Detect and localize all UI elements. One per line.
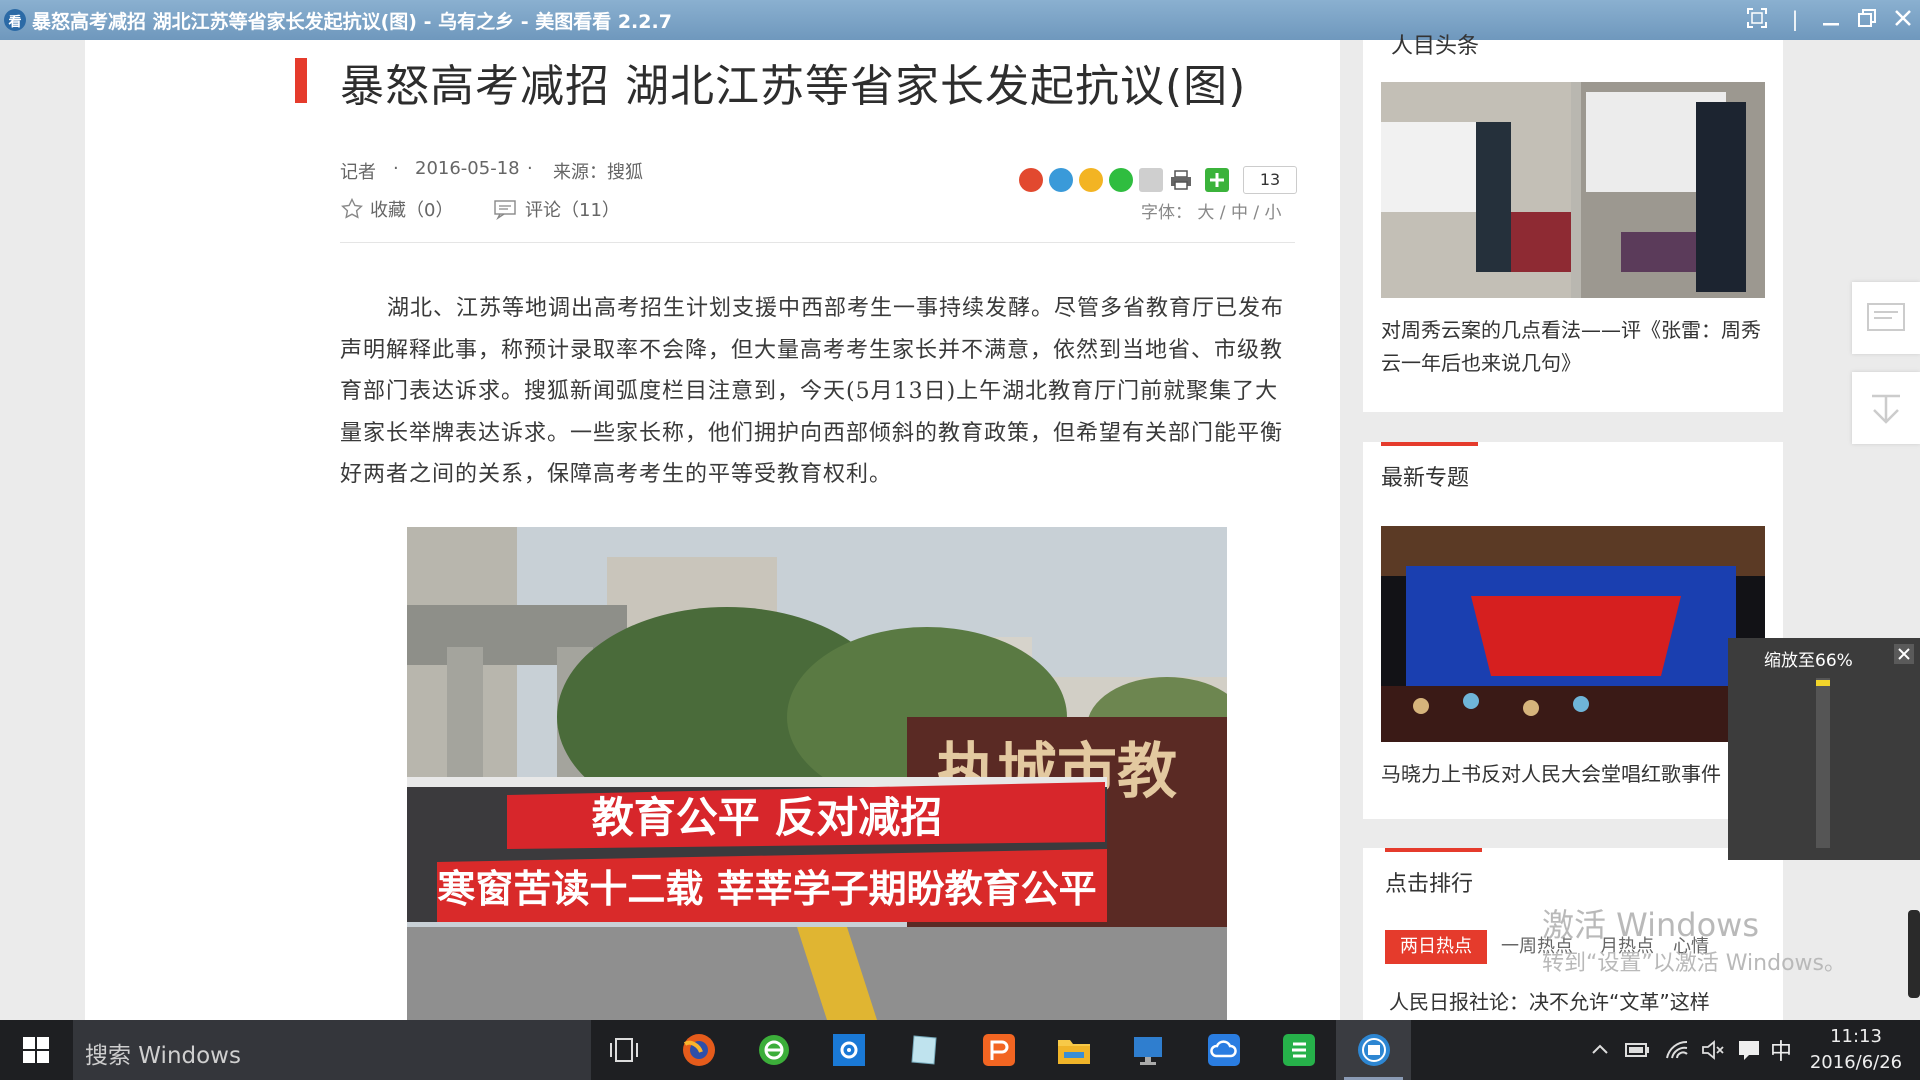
font-size-selector[interactable]: 字体： 大 / 中 / 小 [1141, 198, 1281, 223]
banner-bottom-text: 寒窗苦读十二载 莘莘学子期盼教育公平 [437, 867, 1096, 911]
reporter-label: 记者 [340, 162, 376, 183]
remote-desktop-icon[interactable] [1111, 1020, 1186, 1080]
taskbar-search[interactable]: 搜索 Windows [73, 1020, 591, 1080]
rank-item-1[interactable]: 人民日报社论：决不允许“文革”这样 [1389, 986, 1769, 1019]
meta-divider [340, 242, 1295, 243]
clock-date: 2016/6/26 [1809, 1052, 1903, 1073]
window-title: 暴怒高考减招 湖北江苏等省家长发起抗议(图) - 乌有之乡 - 美图看看 2.2… [32, 10, 672, 33]
article-headline: 暴怒高考减招 湖北江苏等省家长发起抗议(图) [340, 61, 1247, 112]
notebook-icon[interactable] [886, 1020, 961, 1080]
activation-watermark-hint: 转到“设置”以激活 Windows。 [1542, 951, 1846, 976]
image-viewer-icon[interactable] [1336, 1020, 1411, 1080]
latest-topics-heading: 最新专题 [1381, 466, 1470, 491]
task-view-icon[interactable] [586, 1020, 661, 1080]
zoom-popup: 缩放至66% [1728, 638, 1920, 860]
heading-accent-line [1381, 442, 1478, 446]
ime-indicator[interactable]: 中 [1770, 1034, 1792, 1066]
copy-link-icon[interactable] [1139, 168, 1163, 192]
titlebar-divider: | [1791, 7, 1799, 31]
ranking-heading: 点击排行 [1385, 872, 1474, 897]
windows-taskbar: 搜索 Windows 中 11:13 2016/6/26 [0, 1020, 1920, 1080]
comment-label: 评论（11） [525, 200, 620, 221]
firefox-icon[interactable] [661, 1020, 736, 1080]
activation-watermark-title: 激活 Windows [1542, 906, 1760, 944]
section-heading-partial: 人目头条 [1391, 34, 1480, 59]
zoom-slider[interactable] [1816, 678, 1830, 848]
window-titlebar[interactable]: 看 暴怒高考减招 湖北江苏等省家长发起抗议(图) - 乌有之乡 - 美图看看 2… [0, 0, 1920, 40]
star-icon [341, 197, 363, 219]
file-explorer-icon[interactable] [1036, 1020, 1111, 1080]
article-date: 2016-05-18 [415, 158, 520, 179]
comment-icon [494, 200, 516, 220]
story2-title[interactable]: 马晓力上书反对人民大会堂唱红歌事件 [1381, 758, 1771, 791]
comment-button[interactable]: 评论（11） [493, 196, 620, 222]
headline-accent-bar [295, 58, 307, 103]
article-panel: 暴怒高考减招 湖北江苏等省家长发起抗议(图) 记者 · 2016-05-18 ·… [85, 40, 1340, 1020]
side-scroll-handle[interactable] [1908, 910, 1920, 998]
zoom-close-icon[interactable] [1894, 644, 1914, 664]
windows-logo-icon [23, 1037, 49, 1063]
restore-icon[interactable] [1852, 6, 1882, 34]
favorite-button[interactable]: 收藏（0） [340, 196, 453, 222]
zoom-slider-handle[interactable] [1816, 680, 1830, 686]
heading-accent-line [1385, 848, 1482, 852]
story1-title[interactable]: 对周秀云案的几点看法——评《张雷：周秀云一年后也来说几句》 [1381, 314, 1771, 380]
headline-story-card[interactable]: 人目头条 对周秀云案的几点看法——评《张雷：周秀云一年后也来说几句》 [1363, 34, 1783, 412]
wechat-share-icon[interactable] [1109, 168, 1133, 192]
meta-separator: · [527, 158, 533, 179]
scroll-down-button[interactable] [1852, 372, 1920, 444]
zoom-label: 缩放至66% [1764, 651, 1853, 671]
tab-two-day-hot[interactable]: 两日热点 [1385, 930, 1487, 964]
qzone-share-icon[interactable] [1079, 168, 1103, 192]
search-placeholder: 搜索 Windows [85, 1043, 241, 1069]
fullscreen-icon[interactable] [1742, 6, 1772, 34]
ie-browser-icon[interactable] [736, 1020, 811, 1080]
wps-presentation-icon[interactable] [961, 1020, 1036, 1080]
battery-icon[interactable] [1624, 1038, 1652, 1066]
article-photo: 执城市教 教育公平 反对减招 寒窗苦读十二载 莘莘学子期盼教育公平 [407, 527, 1227, 1020]
article-body: 湖北、江苏等地调出高考招生计划支援中西部考生一事持续发酵。尽管多省教育厅已发布声… [340, 296, 1285, 487]
banner-top-text: 教育公平 反对减招 [592, 793, 943, 842]
share-count: 13 [1243, 166, 1297, 194]
close-icon[interactable] [1888, 6, 1918, 34]
qq-share-icon[interactable] [1049, 168, 1073, 192]
print-icon[interactable] [1169, 168, 1193, 192]
cloud-drive-icon[interactable] [1186, 1020, 1261, 1080]
minimize-icon[interactable] [1816, 6, 1846, 34]
sidebar: 人目头条 对周秀云案的几点看法——评《张雷：周秀云一年后也来说几句》 最新专题 [1363, 34, 1783, 1028]
feedback-button[interactable] [1852, 282, 1920, 354]
wifi-icon[interactable] [1664, 1038, 1690, 1066]
story1-thumbnail[interactable] [1381, 82, 1765, 298]
app-logo-icon: 看 [4, 9, 26, 31]
story2-thumbnail[interactable] [1381, 526, 1765, 742]
notification-icon[interactable] [1736, 1038, 1762, 1066]
wps-spreadsheet-icon[interactable] [1261, 1020, 1336, 1080]
more-share-icon[interactable] [1205, 168, 1229, 192]
volume-muted-icon[interactable] [1700, 1038, 1726, 1066]
settings-icon[interactable] [811, 1020, 886, 1080]
taskbar-clock[interactable]: 11:13 2016/6/26 [1806, 1024, 1906, 1076]
weibo-share-icon[interactable] [1019, 168, 1043, 192]
favorite-label: 收藏（0） [370, 200, 454, 221]
latest-topics-card: 最新专题 马晓力上书反对人民大会堂唱红歌事件 [1363, 442, 1783, 819]
meta-separator: · [393, 158, 399, 179]
clock-time: 11:13 [1830, 1026, 1882, 1047]
show-hidden-icons[interactable] [1588, 1038, 1612, 1066]
start-button[interactable] [0, 1020, 72, 1080]
article-source: 来源：搜狐 [553, 162, 643, 183]
